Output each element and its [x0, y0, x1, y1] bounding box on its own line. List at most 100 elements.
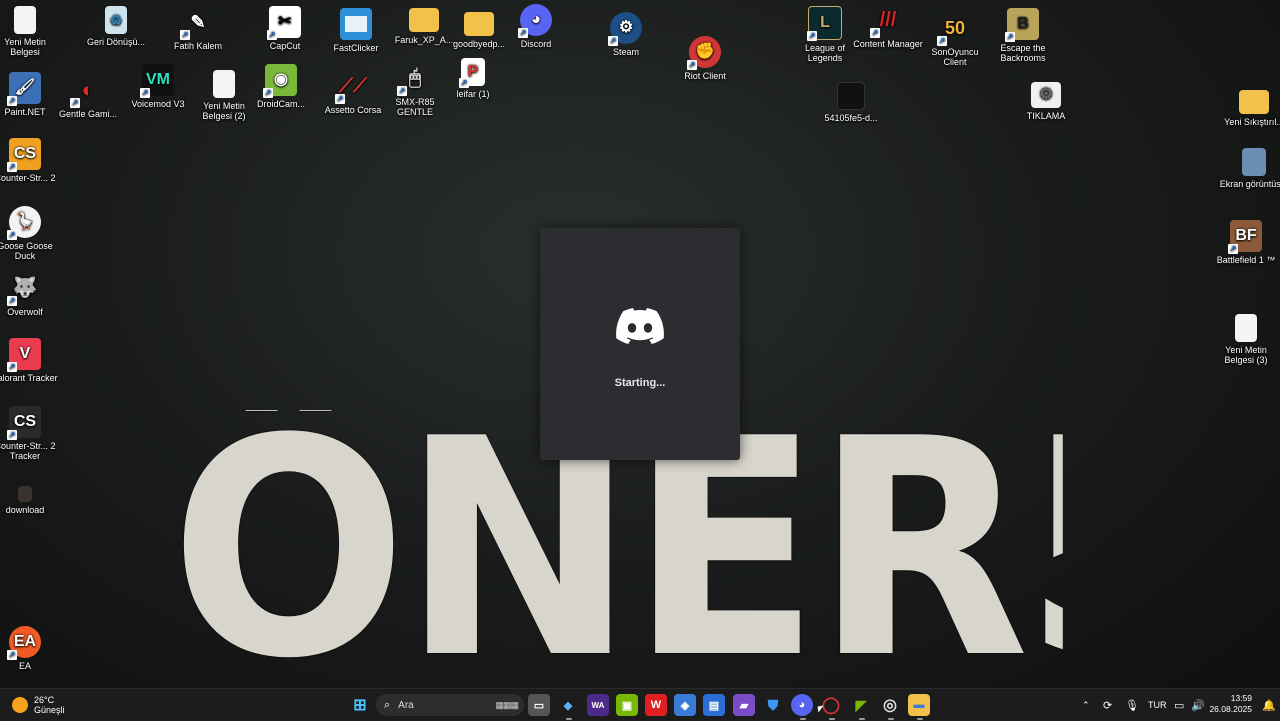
desktop-icon-assetto-corsa[interactable]: ⟋⟋ ↗ Assetto Corsa — [318, 70, 388, 115]
desktop-icon-yeni-sikistirilmis[interactable]: Yeni Sıkıştırıl... — [1219, 90, 1280, 127]
desktop-icon-tiklama[interactable]: ⚙ TIKLAMA — [1011, 82, 1081, 121]
desktop-icon-goose-goose-duck[interactable]: 🪿 ↗ Goose Goose Duck — [0, 206, 60, 261]
overwolf-icon: 🐺 ↗ — [7, 277, 38, 306]
discord-taskbar-icon[interactable]: ◕ — [791, 694, 813, 716]
obs-icon[interactable]: ◎ — [879, 694, 901, 716]
weather-widget[interactable]: 26°C Güneşli — [12, 693, 65, 717]
assetto-corsa-icon: ⟋⟋ ↗ — [335, 75, 367, 104]
copilot-icon[interactable]: ◆ — [557, 694, 579, 716]
steam-icon: ⚙ ↗ — [608, 12, 642, 46]
icon-label: Content Manager — [853, 39, 923, 49]
volume-icon[interactable]: 🔊 — [1191, 694, 1205, 716]
file-explorer-icon[interactable]: ▬ — [908, 694, 930, 716]
sync-icon[interactable]: ⟳ — [1103, 694, 1112, 716]
desktop-icon-content-manager[interactable]: ///↗ Content Manager — [853, 4, 923, 49]
notifications-bell-icon[interactable]: 🔔 — [1262, 694, 1276, 716]
wa-app-icon[interactable]: WA — [587, 694, 609, 716]
show-hidden-icons-chevron-icon[interactable]: ⌃ — [1082, 694, 1090, 716]
text-document-icon — [1235, 314, 1257, 342]
capcut-icon: ✂ ↗ — [267, 6, 301, 40]
paint-net-icon: 🖌 ↗ — [7, 72, 41, 106]
icon-label: CapCut — [269, 41, 301, 51]
splash-status-text: Starting... — [614, 377, 666, 389]
desktop-icon-yeni-metin-belgesi[interactable]: Yeni Metin Belgesi — [0, 6, 60, 57]
desktop-icon-battlefield-1[interactable]: BF ↗ Battlefield 1 ™ — [1211, 220, 1280, 265]
icon-label: League of Legends — [804, 43, 846, 63]
start-button[interactable]: ⊞ — [349, 694, 371, 716]
taskbar-search[interactable]: ⌕ Ara ▦▦▦ — [376, 694, 524, 716]
icon-label: Fatih Kalem — [173, 41, 223, 51]
icon-label: Assetto Corsa — [324, 105, 382, 115]
desktop-icon-leifar[interactable]: P ↗ leifar (1) — [438, 58, 508, 99]
taskbar: 26°C Güneşli ⊞ ⌕ Ara ▦▦▦ ▭ ◆ WA ▣ W ◈ ▤ … — [0, 688, 1280, 721]
desktop-icon-ea[interactable]: EA ↗ EA — [0, 626, 60, 671]
desktop-icon-counter-strike-2[interactable]: CS ↗ Counter-Str... 2 — [0, 138, 60, 183]
desktop-icon-download[interactable]: download — [0, 486, 60, 515]
image-file-icon — [1242, 148, 1266, 176]
desktop-icon-overwolf[interactable]: 🐺 ↗ Overwolf — [0, 272, 60, 317]
desktop-icon-recycle-bin[interactable]: ♻ Geri Dönüşü... — [81, 6, 151, 47]
nvidia-icon[interactable]: ▣ — [616, 694, 638, 716]
network-icon[interactable]: ▭ — [1174, 694, 1184, 716]
icon-label: Overwolf — [7, 307, 43, 317]
icon-label: Paint.NET — [4, 107, 46, 117]
icon-label: Voicemod V3 — [131, 99, 185, 109]
desktop-icon-discord[interactable]: ◕ ↗ Discord — [501, 4, 571, 49]
desktop-icon-hash-file[interactable]: 54105fe5-d... — [816, 82, 886, 123]
desktop-icon-yeni-metin-belgesi-3[interactable]: Yeni Metin Belgesi (3) — [1211, 314, 1280, 365]
desktop-icon-voicemod[interactable]: VM ↗ Voicemod V3 — [123, 64, 193, 109]
microsoft-365-icon[interactable]: ◈ — [674, 694, 696, 716]
desktop-icon-gentle[interactable]: ◐ ↗ Gentle Gami... — [53, 74, 123, 120]
discord-startup-splash: Starting... — [540, 228, 740, 460]
desktop-icon-paint-net[interactable]: 🖌 ↗ Paint.NET — [0, 72, 60, 117]
language-indicator[interactable]: TUR — [1148, 694, 1167, 716]
search-placeholder: Ara — [398, 699, 414, 711]
microphone-icon[interactable]: 🎙 — [1125, 694, 1139, 716]
weather-description: Güneşli — [34, 705, 65, 715]
icon-label: Yeni Sıkıştırıl... — [1224, 117, 1280, 127]
sonoyuncu-icon: 50 ↗ — [937, 18, 966, 46]
desktop-icon-capcut[interactable]: ✂ ↗ CapCut — [250, 6, 320, 51]
system-clock[interactable]: 13:59 26.08.2025 — [1209, 693, 1252, 715]
icon-label: 54105fe5-d... — [824, 113, 878, 123]
icon-label: Riot Client — [684, 71, 726, 81]
mouse-cursor-icon — [817, 705, 825, 713]
wps-office-icon[interactable]: W — [645, 694, 667, 716]
search-icon: ⌕ — [384, 698, 391, 711]
defender-shield-icon[interactable]: ⛊ — [762, 694, 784, 716]
cs2-icon: CS ↗ — [7, 138, 41, 172]
desktop-icon-league-of-legends[interactable]: L ↗ League of Legends — [790, 6, 860, 63]
league-icon: L ↗ — [807, 6, 842, 41]
discord-logo-icon — [616, 308, 664, 344]
desktop-icon-fatih-kalem[interactable]: ✎ ↗ Fatih Kalem — [163, 6, 233, 51]
settings-file-icon: ⚙ — [1031, 82, 1061, 108]
folder-icon — [464, 12, 494, 36]
icon-label: Ekran görüntüs... — [1219, 179, 1280, 189]
desktop-icon-ekran-goruntusu[interactable]: Ekran görüntüs... — [1219, 148, 1280, 189]
icon-label: Valorant Tracker — [0, 373, 58, 383]
icon-label: Counter-Str... 2 Tracker — [0, 441, 56, 461]
task-view-icon[interactable]: ▭ — [528, 694, 550, 716]
nvidia-app-icon[interactable]: ◤ — [850, 694, 872, 716]
icon-label: Yeni Metin Belgesi (3) — [1224, 345, 1268, 365]
desktop-icon-sonoyuncu[interactable]: 50 ↗ SonOyuncu Client — [920, 12, 990, 67]
document-icon: P ↗ — [459, 58, 485, 88]
content-manager-icon: ///↗ — [870, 9, 897, 38]
desktop-icon-riot-client[interactable]: ✊ ↗ Riot Client — [670, 36, 740, 81]
icon-label: Battlefield 1 ™ — [1216, 255, 1276, 265]
backrooms-icon: B ↗ — [1005, 8, 1039, 42]
desktop-icon-valorant-tracker[interactable]: V↗ Valorant Tracker — [0, 338, 60, 383]
desktop-icon-fastclicker[interactable]: FastClicker — [321, 8, 391, 53]
desktop-icon-cs2-tracker[interactable]: CS ↗ Counter-Str... 2 Tracker — [0, 406, 60, 461]
icon-label: Steam — [612, 47, 639, 57]
desktop-icon-steam[interactable]: ⚙ ↗ Steam — [591, 12, 661, 57]
desktop-icon-droidcam[interactable]: ◉ ↗ DroidCam... — [246, 64, 316, 109]
microsoft-store-icon[interactable]: ▤ — [703, 694, 725, 716]
icon-label: download — [5, 505, 45, 515]
clock-date: 26.08.2025 — [1209, 704, 1252, 714]
icon-label: SonOyuncu Client — [931, 47, 979, 67]
folder-icon — [409, 8, 439, 32]
discord-icon: ◕ ↗ — [518, 4, 552, 38]
desktop-icon-escape-backrooms[interactable]: B ↗ Escape the Backrooms — [988, 8, 1058, 63]
clipchamp-icon[interactable]: ▰ — [733, 694, 755, 716]
